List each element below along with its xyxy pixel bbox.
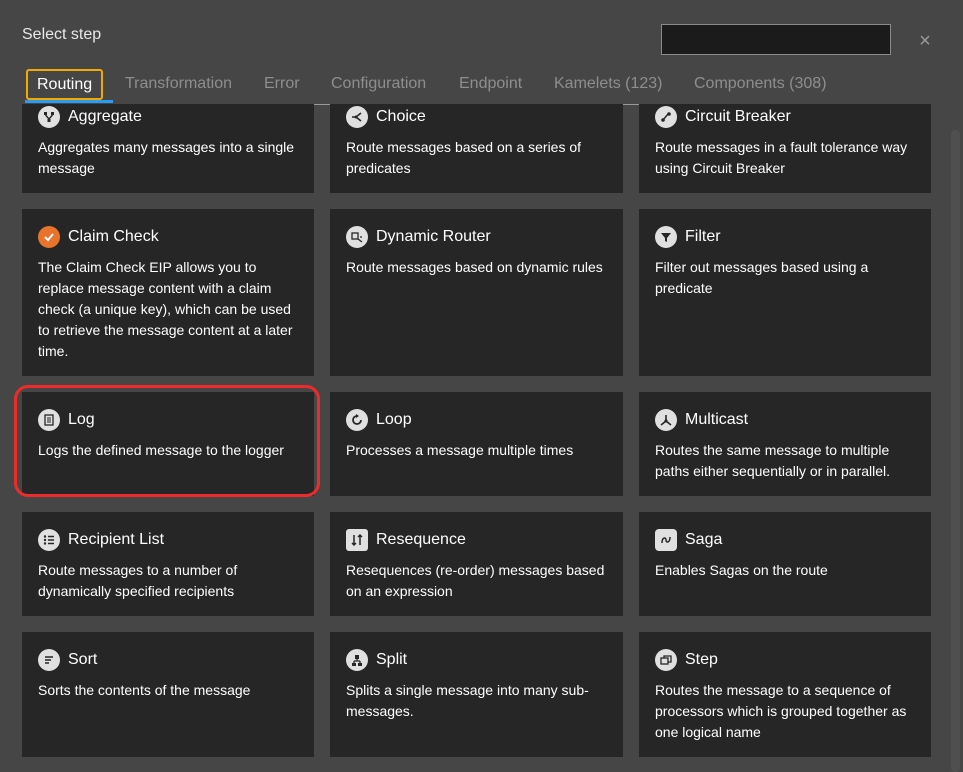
card-description: Route messages based on dynamic rules — [346, 259, 603, 275]
step-card-claim-check[interactable]: Claim Check The Claim Check EIP allows y… — [22, 209, 314, 376]
step-card-circuit-breaker[interactable]: Circuit Breaker Route messages in a faul… — [639, 104, 931, 193]
card-description: Route messages to a number of dynamicall… — [38, 562, 238, 599]
dynamic-router-icon — [346, 226, 368, 248]
active-tab-indicator — [25, 100, 113, 103]
dialog-title: Select step — [22, 26, 102, 43]
circuit-breaker-icon — [655, 106, 677, 128]
multicast-icon — [655, 409, 677, 431]
step-card-step[interactable]: Step Routes the message to a sequence of… — [639, 632, 931, 757]
card-title: Step — [685, 651, 718, 668]
close-icon[interactable]: × — [914, 30, 936, 52]
card-description: The Claim Check EIP allows you to replac… — [38, 259, 293, 359]
scrollbar[interactable] — [951, 130, 960, 772]
card-description: Route messages in a fault tolerance way … — [655, 139, 908, 176]
search-input[interactable] — [661, 24, 891, 55]
step-card-choice[interactable]: Choice Route messages based on a series … — [330, 104, 623, 193]
card-description: Routes the same message to multiple path… — [655, 442, 891, 479]
step-card-aggregate[interactable]: Aggregate Aggregates many messages into … — [22, 104, 314, 193]
step-card-split[interactable]: Split Splits a single message into many … — [330, 632, 623, 757]
tab-configuration[interactable]: Configuration — [331, 68, 426, 99]
filter-icon — [655, 226, 677, 248]
step-icon — [655, 649, 677, 671]
card-title: Filter — [685, 228, 721, 245]
card-title: Multicast — [685, 411, 749, 428]
resequence-icon — [346, 529, 368, 551]
card-title: Choice — [376, 108, 426, 125]
split-icon — [346, 649, 368, 671]
choice-icon — [346, 106, 368, 128]
card-description: Filter out messages based using a predic… — [655, 259, 869, 296]
card-description: Enables Sagas on the route — [655, 562, 828, 578]
tab-bar: Routing Transformation Error Configurati… — [22, 68, 902, 105]
step-card-resequence[interactable]: Resequence Resequences (re-order) messag… — [330, 512, 623, 616]
card-description: Logs the defined message to the logger — [38, 442, 284, 458]
card-description: Aggregates many messages into a single m… — [38, 139, 295, 176]
log-icon — [38, 409, 60, 431]
step-card-multicast[interactable]: Multicast Routes the same message to mul… — [639, 392, 931, 496]
tab-endpoint[interactable]: Endpoint — [459, 68, 522, 99]
step-card-dynamic-router[interactable]: Dynamic Router Route messages based on d… — [330, 209, 623, 376]
card-title: Recipient List — [68, 531, 165, 548]
card-title: Aggregate — [68, 108, 142, 125]
card-title: Sort — [68, 651, 98, 668]
step-card-sort[interactable]: Sort Sorts the contents of the message — [22, 632, 314, 757]
step-card-filter[interactable]: Filter Filter out messages based using a… — [639, 209, 931, 376]
loop-icon — [346, 409, 368, 431]
card-description: Resequences (re-order) messages based on… — [346, 562, 605, 599]
card-title: Log — [68, 411, 95, 428]
card-title: Saga — [685, 531, 723, 548]
tab-components[interactable]: Components (308) — [694, 68, 827, 99]
step-card-saga[interactable]: Saga Enables Sagas on the route — [639, 512, 931, 616]
card-description: Routes the message to a sequence of proc… — [655, 682, 907, 740]
card-title: Loop — [376, 411, 412, 428]
card-description: Splits a single message into many sub-me… — [346, 682, 589, 719]
saga-icon — [655, 529, 677, 551]
step-card-recipient-list[interactable]: Recipient List Route messages to a numbe… — [22, 512, 314, 616]
tab-transformation[interactable]: Transformation — [125, 68, 232, 99]
card-title: Resequence — [376, 531, 466, 548]
claim-check-icon — [38, 226, 60, 248]
card-title: Circuit Breaker — [685, 108, 791, 125]
card-description: Sorts the contents of the message — [38, 682, 251, 698]
card-title: Claim Check — [68, 228, 159, 245]
aggregate-icon — [38, 106, 60, 128]
step-card-loop[interactable]: Loop Processes a message multiple times — [330, 392, 623, 496]
card-title: Split — [376, 651, 408, 668]
sort-icon — [38, 649, 60, 671]
card-description: Processes a message multiple times — [346, 442, 574, 458]
tab-routing[interactable]: Routing — [26, 69, 104, 100]
tab-error[interactable]: Error — [264, 68, 300, 99]
recipient-list-icon — [38, 529, 60, 551]
card-description: Route messages based on a series of pred… — [346, 139, 582, 176]
card-title: Dynamic Router — [376, 228, 491, 245]
tab-kamelets[interactable]: Kamelets (123) — [554, 68, 663, 99]
step-card-log[interactable]: Log Logs the defined message to the logg… — [22, 392, 314, 496]
